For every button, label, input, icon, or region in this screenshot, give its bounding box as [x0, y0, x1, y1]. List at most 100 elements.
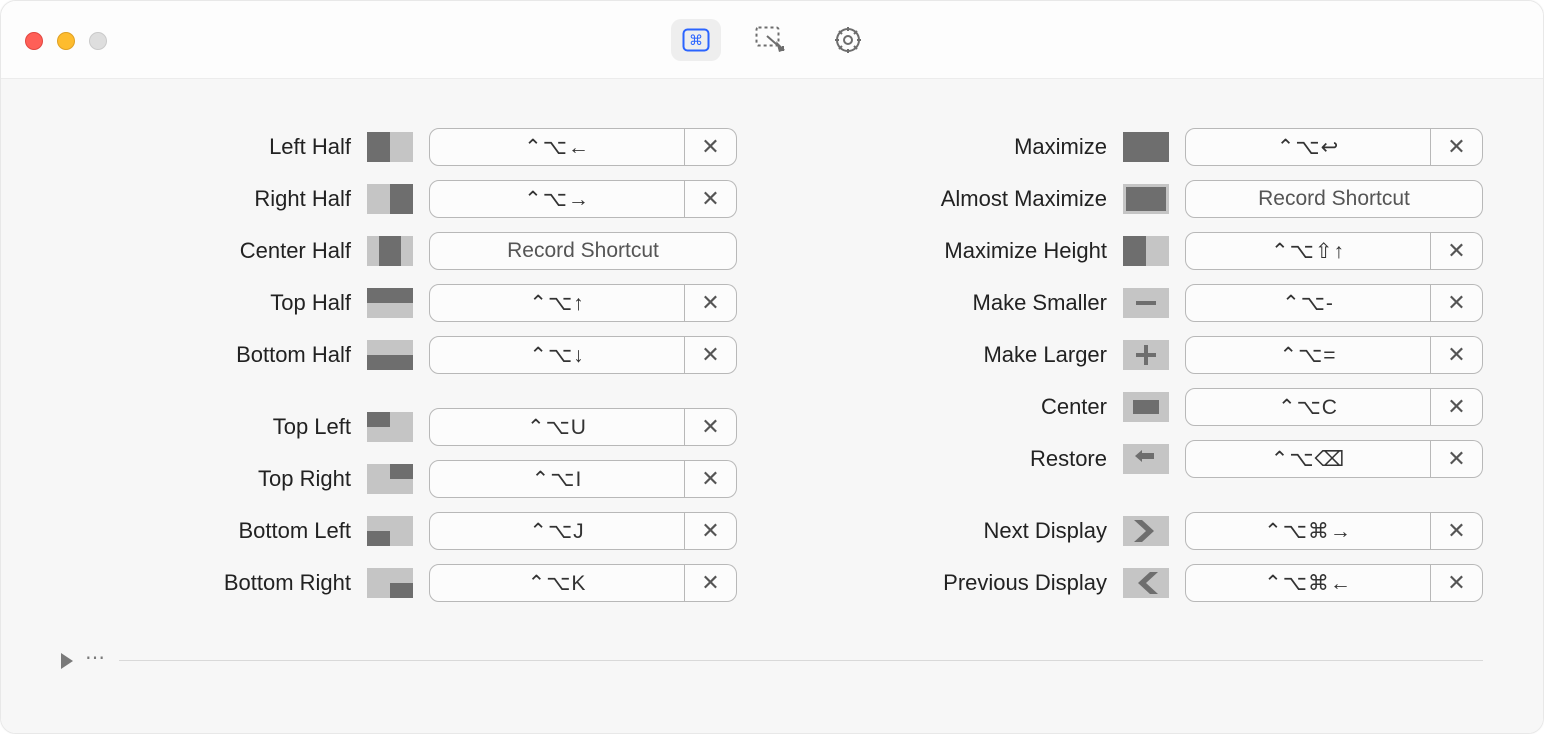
shortcut-control-bottom-half: ⌃⌥↓✕ — [429, 336, 737, 374]
svg-text:⌘: ⌘ — [689, 32, 703, 48]
gear-icon — [834, 26, 862, 54]
clear-shortcut-left-half[interactable]: ✕ — [685, 128, 737, 166]
shortcut-control-restore: ⌃⌥⌫✕ — [1185, 440, 1483, 478]
clear-shortcut-maximize-height[interactable]: ✕ — [1431, 232, 1483, 270]
toolbar-tabs: ⌘ — [671, 19, 873, 61]
snap-area-icon — [755, 26, 789, 54]
clear-shortcut-maximize[interactable]: ✕ — [1431, 128, 1483, 166]
clear-shortcut-top-left[interactable]: ✕ — [685, 408, 737, 446]
minimize-window-button[interactable] — [57, 32, 75, 50]
clear-shortcut-restore[interactable]: ✕ — [1431, 440, 1483, 478]
glyph-almost-maximize — [1123, 184, 1169, 214]
label-make-smaller: Make Smaller — [807, 290, 1107, 316]
label-restore: Restore — [807, 446, 1107, 472]
shortcut-field-next-display[interactable]: ⌃⌥⌘→ — [1185, 512, 1431, 550]
glyph-center — [1123, 392, 1169, 422]
close-window-button[interactable] — [25, 32, 43, 50]
shortcut-control-top-half: ⌃⌥↑✕ — [429, 284, 737, 322]
glyph-previous-display — [1123, 568, 1169, 598]
titlebar: ⌘ — [1, 1, 1543, 79]
label-maximize: Maximize — [807, 134, 1107, 160]
shortcut-field-maximize-height[interactable]: ⌃⌥⇧↑ — [1185, 232, 1431, 270]
shortcut-control-center: ⌃⌥C✕ — [1185, 388, 1483, 426]
columns: Left Half⌃⌥←✕Right Half⌃⌥→✕Center HalfRe… — [61, 129, 1483, 601]
shortcut-row-maximize: Maximize ⌃⌥↩✕ — [807, 129, 1483, 165]
zoom-window-button[interactable] — [89, 32, 107, 50]
glyph-next-display — [1123, 516, 1169, 546]
label-right-half: Right Half — [61, 186, 351, 212]
clear-shortcut-make-larger[interactable]: ✕ — [1431, 336, 1483, 374]
shortcut-field-top-left[interactable]: ⌃⌥U — [429, 408, 685, 446]
shortcut-field-center[interactable]: ⌃⌥C — [1185, 388, 1431, 426]
more-icon[interactable]: ⋯ — [85, 645, 107, 670]
glyph-bottom-right — [367, 568, 413, 598]
shortcut-control-top-left: ⌃⌥U✕ — [429, 408, 737, 446]
shortcut-row-make-larger: Make Larger ⌃⌥=✕ — [807, 337, 1483, 373]
glyph-make-larger — [1123, 340, 1169, 370]
clear-shortcut-bottom-half[interactable]: ✕ — [685, 336, 737, 374]
shortcut-control-right-half: ⌃⌥→✕ — [429, 180, 737, 218]
shortcut-field-top-right[interactable]: ⌃⌥I — [429, 460, 685, 498]
footer-bar: ⋯ — [61, 648, 1483, 673]
clear-shortcut-previous-display[interactable]: ✕ — [1431, 564, 1483, 602]
shortcut-field-bottom-left[interactable]: ⌃⌥J — [429, 512, 685, 550]
shortcut-row-almost-maximize: Almost Maximize Record Shortcut — [807, 181, 1483, 217]
shortcut-control-make-larger: ⌃⌥=✕ — [1185, 336, 1483, 374]
label-previous-display: Previous Display — [807, 570, 1107, 596]
label-bottom-right: Bottom Right — [61, 570, 351, 596]
glyph-top-left — [367, 412, 413, 442]
shortcut-group: Left Half⌃⌥←✕Right Half⌃⌥→✕Center HalfRe… — [61, 129, 737, 373]
shortcut-control-top-right: ⌃⌥I✕ — [429, 460, 737, 498]
tab-settings[interactable] — [823, 19, 873, 61]
clear-shortcut-bottom-right[interactable]: ✕ — [685, 564, 737, 602]
glyph-bottom-half — [367, 340, 413, 370]
right-column: Maximize⌃⌥↩✕Almost MaximizeRecord Shortc… — [807, 129, 1483, 601]
shortcut-field-make-smaller[interactable]: ⌃⌥- — [1185, 284, 1431, 322]
preferences-window: ⌘ — [0, 0, 1544, 734]
shortcut-field-top-half[interactable]: ⌃⌥↑ — [429, 284, 685, 322]
shortcut-row-bottom-left: Bottom Left⌃⌥J✕ — [61, 513, 737, 549]
content-area: Left Half⌃⌥←✕Right Half⌃⌥→✕Center HalfRe… — [1, 79, 1543, 733]
shortcut-field-make-larger[interactable]: ⌃⌥= — [1185, 336, 1431, 374]
label-make-larger: Make Larger — [807, 342, 1107, 368]
shortcut-control-bottom-left: ⌃⌥J✕ — [429, 512, 737, 550]
shortcut-field-right-half[interactable]: ⌃⌥→ — [429, 180, 685, 218]
clear-shortcut-top-half[interactable]: ✕ — [685, 284, 737, 322]
shortcut-control-left-half: ⌃⌥←✕ — [429, 128, 737, 166]
clear-shortcut-right-half[interactable]: ✕ — [685, 180, 737, 218]
glyph-maximize-height — [1123, 236, 1169, 266]
tab-keyboard-shortcuts[interactable]: ⌘ — [671, 19, 721, 61]
shortcut-control-next-display: ⌃⌥⌘→✕ — [1185, 512, 1483, 550]
shortcut-row-top-left: Top Left ⌃⌥U✕ — [61, 409, 737, 445]
shortcut-control-make-smaller: ⌃⌥-✕ — [1185, 284, 1483, 322]
clear-shortcut-bottom-left[interactable]: ✕ — [685, 512, 737, 550]
shortcut-field-bottom-half[interactable]: ⌃⌥↓ — [429, 336, 685, 374]
label-top-left: Top Left — [61, 414, 351, 440]
shortcut-row-next-display: Next Display ⌃⌥⌘→✕ — [807, 513, 1483, 549]
shortcut-row-right-half: Right Half ⌃⌥→✕ — [61, 181, 737, 217]
glyph-maximize — [1123, 132, 1169, 162]
expand-toggle-icon[interactable] — [61, 653, 73, 669]
shortcut-control-almost-maximize: Record Shortcut — [1185, 180, 1483, 218]
label-almost-maximize: Almost Maximize — [807, 186, 1107, 212]
shortcut-group: Next Display ⌃⌥⌘→✕ Previous Display ⌃⌥⌘←✕ — [807, 513, 1483, 601]
shortcut-control-maximize-height: ⌃⌥⇧↑✕ — [1185, 232, 1483, 270]
clear-shortcut-next-display[interactable]: ✕ — [1431, 512, 1483, 550]
shortcut-field-bottom-right[interactable]: ⌃⌥K — [429, 564, 685, 602]
shortcut-field-almost-maximize[interactable]: Record Shortcut — [1185, 180, 1483, 218]
clear-shortcut-center[interactable]: ✕ — [1431, 388, 1483, 426]
shortcut-row-top-right: Top Right⌃⌥I✕ — [61, 461, 737, 497]
shortcut-field-left-half[interactable]: ⌃⌥← — [429, 128, 685, 166]
tab-snap-areas[interactable] — [747, 19, 797, 61]
shortcut-field-maximize[interactable]: ⌃⌥↩ — [1185, 128, 1431, 166]
clear-shortcut-make-smaller[interactable]: ✕ — [1431, 284, 1483, 322]
label-left-half: Left Half — [61, 134, 351, 160]
shortcut-field-previous-display[interactable]: ⌃⌥⌘← — [1185, 564, 1431, 602]
shortcut-field-center-half[interactable]: Record Shortcut — [429, 232, 737, 270]
shortcut-field-restore[interactable]: ⌃⌥⌫ — [1185, 440, 1431, 478]
label-next-display: Next Display — [807, 518, 1107, 544]
shortcut-row-restore: Restore ⌃⌥⌫✕ — [807, 441, 1483, 477]
window-controls — [25, 32, 107, 50]
clear-shortcut-top-right[interactable]: ✕ — [685, 460, 737, 498]
glyph-left-half — [367, 132, 413, 162]
